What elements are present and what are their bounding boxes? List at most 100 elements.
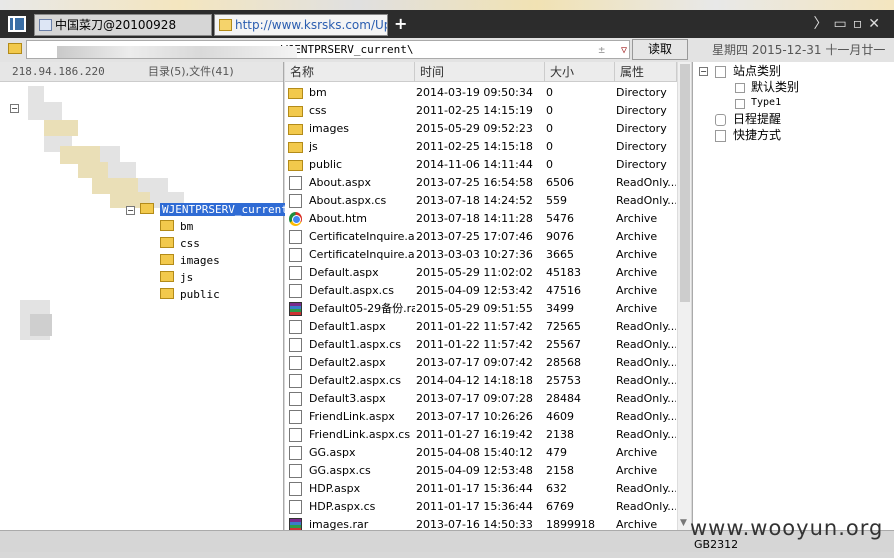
scroll-down-arrow-icon[interactable]: ▼ <box>680 518 687 528</box>
table-row[interactable]: public 2014-11-06 14:11:44 0 Directory <box>285 156 677 174</box>
vertical-scrollbar[interactable]: ▼ <box>677 62 691 530</box>
folder-icon <box>160 288 174 299</box>
folder-open-icon <box>140 203 154 214</box>
table-row[interactable]: Default1.aspx.cs 2011-01-22 11:57:42 25567… <box>285 336 677 354</box>
file-size: 25567 <box>546 338 581 351</box>
table-row[interactable]: Default.aspx.cs 2015-04-09 12:53:42 47516 A… <box>285 282 677 300</box>
table-row[interactable]: FriendLink.aspx 2013-07-17 10:26:26 4609 Re… <box>285 408 677 426</box>
file-size: 6769 <box>546 500 574 513</box>
table-row[interactable]: CertificateInquire.as...2013-03-03 10:27… <box>285 246 677 264</box>
table-row[interactable]: About.aspx 2013-07-25 16:54:58 6506 ReadOnl… <box>285 174 677 192</box>
table-row[interactable]: Default2.aspx 2013-07-17 09:07:42 28568 Rea… <box>285 354 677 372</box>
table-row[interactable]: About.aspx.cs 2013-07-18 14:24:52 559 ReadO… <box>285 192 677 210</box>
table-row[interactable]: GG.aspx.cs 2015-04-09 12:53:48 2158 Archive <box>285 462 677 480</box>
file-attr: Directory <box>616 140 667 153</box>
folder-icon <box>288 160 303 171</box>
table-row[interactable]: HDP.aspx.cs 2011-01-17 15:36:44 6769 ReadOn… <box>285 498 677 516</box>
tree-expander[interactable]: − <box>699 67 708 76</box>
toolbar: WJENTPRSERV_current\ ± ▽ 读取 星期四 2015-12-… <box>0 38 894 62</box>
table-row[interactable]: GG.aspx 2015-04-08 15:40:12 479 Archive <box>285 444 677 462</box>
file-size: 45183 <box>546 266 581 279</box>
file-size: 5476 <box>546 212 574 225</box>
table-row[interactable]: FriendLink.aspx.cs 2011-01-27 16:19:42 213… <box>285 426 677 444</box>
default-category-node[interactable]: 默认类别 <box>751 79 799 95</box>
folder-icon <box>160 254 174 265</box>
tree-node-bm[interactable]: bm <box>160 219 193 235</box>
type1-node[interactable]: Type1 <box>751 95 781 111</box>
column-header-size[interactable]: 大小 <box>545 62 615 82</box>
file-time: 2013-07-17 09:07:28 <box>416 392 533 405</box>
file-attr: ReadOnly... <box>616 194 676 207</box>
chevron-down-icon[interactable]: ▽ <box>621 42 627 59</box>
redacted-block <box>28 102 62 120</box>
site-category-node[interactable]: 站点类别 <box>733 63 781 79</box>
table-row[interactable]: css 2011-02-25 14:15:19 0 Directory <box>285 102 677 120</box>
file-icon <box>289 428 302 442</box>
table-row[interactable]: Default.aspx 2015-05-29 11:02:02 45183 Arch… <box>285 264 677 282</box>
path-input[interactable]: WJENTPRSERV_current\ ± ▽ <box>26 40 630 59</box>
file-name: FriendLink.aspx.cs <box>309 428 411 441</box>
folder-icon <box>160 220 174 231</box>
table-row[interactable]: images.rar 2013-07-16 14:50:33 1899918 Arch… <box>285 516 677 530</box>
category-item-icon <box>735 83 745 93</box>
file-time: 2011-01-22 11:57:42 <box>416 338 533 351</box>
file-size: 0 <box>546 86 553 99</box>
tree-expander[interactable]: − <box>10 104 19 113</box>
tab-file-manager[interactable]: http://www.ksrsks.com/UpFil... <box>214 14 388 36</box>
table-row[interactable]: Default3.aspx 2013-07-17 09:07:28 28484 Rea… <box>285 390 677 408</box>
file-name: About.htm <box>309 212 368 225</box>
file-attr: ReadOnly... <box>616 176 676 189</box>
table-row[interactable]: CertificateInquire.aspx2013-07-25 17:07:… <box>285 228 677 246</box>
file-name: images.rar <box>309 518 369 530</box>
file-icon <box>289 374 302 388</box>
table-row[interactable]: Default2.aspx.cs 2014-04-12 14:18:18 25753… <box>285 372 677 390</box>
window-controls[interactable]: 〉▭▫✕ <box>814 13 886 33</box>
file-attr: ReadOnly... <box>616 374 676 387</box>
new-tab-button[interactable]: + <box>394 14 407 34</box>
file-icon <box>289 248 302 262</box>
tree-root-label: WJENTPRSERV_current <box>160 203 290 216</box>
file-time: 2014-11-06 14:11:44 <box>416 158 533 171</box>
clear-icon[interactable]: ± <box>598 41 605 58</box>
tree-node-js[interactable]: js <box>160 270 193 286</box>
file-time: 2015-04-08 15:40:12 <box>416 446 533 459</box>
schedule-node[interactable]: 日程提醒 <box>733 111 781 127</box>
file-time: 2011-01-17 15:36:44 <box>416 482 533 495</box>
redacted-block <box>28 86 44 102</box>
tree-node-images[interactable]: images <box>160 253 220 269</box>
tree-node-css[interactable]: css <box>160 236 200 252</box>
tab-caidao[interactable]: 中国菜刀@20100928 <box>34 14 212 36</box>
file-attr: ReadOnly... <box>616 428 676 441</box>
file-time: 2011-01-27 16:19:42 <box>416 428 533 441</box>
read-button[interactable]: 读取 <box>632 39 688 60</box>
file-size: 3665 <box>546 248 574 261</box>
table-row[interactable]: Default05-29备份.rar 2015-05-29 09:51:55 349… <box>285 300 677 318</box>
table-row[interactable]: About.htm 2013-07-18 14:11:28 5476 Archive <box>285 210 677 228</box>
table-row[interactable]: images 2015-05-29 09:52:23 0 Directory <box>285 120 677 138</box>
column-header-time[interactable]: 时间 <box>415 62 545 82</box>
shortcuts-node[interactable]: 快捷方式 <box>733 127 781 143</box>
table-row[interactable]: Default1.aspx 2011-01-22 11:57:42 72565 Rea… <box>285 318 677 336</box>
category-item-icon <box>735 99 745 109</box>
folder-icon <box>288 142 303 153</box>
tree-node-label: bm <box>180 220 194 233</box>
file-time: 2011-02-25 14:15:19 <box>416 104 533 117</box>
column-header-name[interactable]: 名称 <box>285 62 415 82</box>
hand-pointer-icon <box>715 130 726 142</box>
table-row[interactable]: js 2011-02-25 14:15:18 0 Directory <box>285 138 677 156</box>
file-icon <box>289 500 302 514</box>
column-header-attr[interactable]: 属性 <box>615 62 677 82</box>
left-panel-header: 218.94.186.220 目录(5),文件(41) <box>0 62 283 82</box>
file-attr: ReadOnly... <box>616 410 676 423</box>
tree-root-node[interactable]: WJENTPRSERV_current <box>140 202 290 218</box>
scrollbar-thumb[interactable] <box>680 64 690 302</box>
file-icon <box>289 464 302 478</box>
file-attr: Directory <box>616 158 667 171</box>
table-row[interactable]: HDP.aspx 2011-01-17 15:36:44 632 ReadOnly..… <box>285 480 677 498</box>
file-icon <box>289 410 302 424</box>
app-menu-icon[interactable] <box>8 16 26 32</box>
tree-node-public[interactable]: public <box>160 287 220 303</box>
tree-expander[interactable]: − <box>126 206 135 215</box>
file-time: 2015-05-29 11:02:02 <box>416 266 533 279</box>
table-row[interactable]: bm 2014-03-19 09:50:34 0 Directory <box>285 84 677 102</box>
